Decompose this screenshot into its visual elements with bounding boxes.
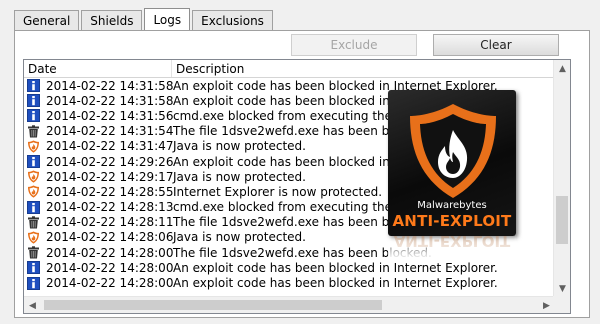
log-date: 2014-02-22 14:31:58	[46, 78, 174, 93]
log-date: 2014-02-22 14:31:56	[46, 108, 174, 123]
shield-icon	[27, 140, 40, 153]
shield-icon	[27, 231, 40, 244]
log-date: 2014-02-22 14:28:06	[46, 230, 174, 245]
scroll-down-icon[interactable]: ▼	[554, 280, 570, 297]
log-date: 2014-02-22 14:31:54	[46, 124, 174, 139]
exclude-button[interactable]: Exclude	[291, 34, 417, 56]
log-description: Internet Explorer is now protected.	[173, 184, 383, 199]
log-description: Java is now protected.	[173, 139, 306, 154]
tab-exclusions[interactable]: Exclusions	[192, 10, 273, 30]
log-date: 2014-02-22 14:28:00	[46, 245, 174, 260]
tab-strip: General Shields Logs Exclusions	[14, 8, 275, 31]
log-date: 2014-02-22 14:31:58	[46, 93, 174, 108]
log-description: An exploit code has been blocked in Inte…	[173, 260, 498, 275]
product-name: ANTI-EXPLOIT	[392, 212, 512, 230]
tab-general[interactable]: General	[14, 10, 80, 30]
log-row[interactable]: 2014-02-22 14:28:00 An exploit code has b…	[24, 260, 555, 275]
column-header-date[interactable]: Date	[24, 60, 172, 77]
column-header-description[interactable]: Description	[172, 60, 555, 77]
horizontal-scroll-thumb[interactable]	[44, 300, 382, 310]
log-date: 2014-02-22 14:28:11	[46, 215, 174, 230]
list-header: Date Description	[24, 60, 555, 78]
info-icon	[27, 261, 40, 275]
log-description: An exploit code has been blocked in Inte…	[173, 276, 498, 291]
scroll-left-icon[interactable]: ◀	[24, 297, 41, 313]
log-date: 2014-02-22 14:28:00	[46, 276, 174, 291]
log-date: 2014-02-22 14:28:13	[46, 200, 174, 215]
tab-shields[interactable]: Shields	[81, 10, 143, 30]
info-icon	[27, 79, 40, 93]
log-description: Java is now protected.	[173, 169, 306, 184]
vertical-scroll-thumb[interactable]	[556, 196, 568, 244]
info-icon	[27, 276, 40, 290]
scroll-up-icon[interactable]: ▲	[554, 60, 570, 77]
scrollbar-corner	[553, 296, 570, 313]
info-icon	[27, 155, 40, 169]
vertical-scrollbar[interactable]: ▲ ▼	[553, 60, 570, 297]
trash-icon	[27, 124, 40, 138]
info-icon	[27, 200, 40, 214]
info-icon	[27, 109, 40, 123]
shield-icon	[27, 170, 40, 183]
log-date: 2014-02-22 14:28:00	[46, 260, 174, 275]
product-brand: Malwarebytes	[417, 200, 487, 211]
info-icon	[27, 94, 40, 108]
log-date: 2014-02-22 14:29:17	[46, 169, 174, 184]
log-date: 2014-02-22 14:29:26	[46, 154, 174, 169]
shield-icon	[27, 185, 40, 199]
product-reflection: ANTI-EXPLOIT	[388, 236, 516, 258]
clear-button[interactable]: Clear	[433, 34, 559, 56]
log-date: 2014-02-22 14:28:55	[46, 184, 174, 199]
tab-logs[interactable]: Logs	[144, 8, 191, 31]
trash-icon	[27, 216, 40, 229]
product-box: Malwarebytes ANTI-EXPLOIT	[388, 90, 516, 236]
trash-icon	[27, 246, 40, 259]
shield-flame-logo-icon	[410, 104, 496, 198]
log-row[interactable]: 2014-02-22 14:28:00 An exploit code has b…	[24, 275, 555, 290]
log-date: 2014-02-22 14:31:47	[46, 139, 174, 154]
horizontal-scrollbar[interactable]: ◀ ▶	[24, 296, 555, 313]
log-description: Java is now protected.	[173, 230, 306, 245]
